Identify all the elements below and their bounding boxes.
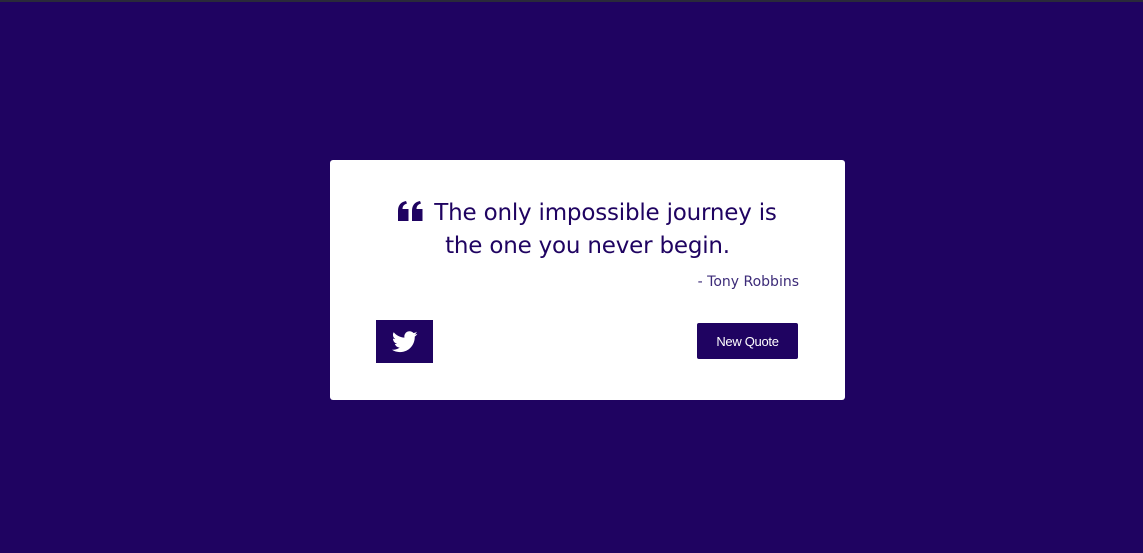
new-quote-button[interactable]: New Quote <box>697 323 798 359</box>
quote-left-icon <box>398 201 423 221</box>
quote-box: The only impossible journey is the one y… <box>330 160 845 400</box>
tweet-button[interactable] <box>376 320 433 363</box>
quote-line-1: The only impossible journey is <box>434 200 777 226</box>
twitter-icon <box>391 330 418 352</box>
quote-author: - Tony Robbins <box>697 274 799 290</box>
quote-line-2: the one you never begin. <box>445 233 730 259</box>
quote-text: The only impossible journey is the one y… <box>370 197 805 263</box>
top-border <box>0 0 1143 2</box>
